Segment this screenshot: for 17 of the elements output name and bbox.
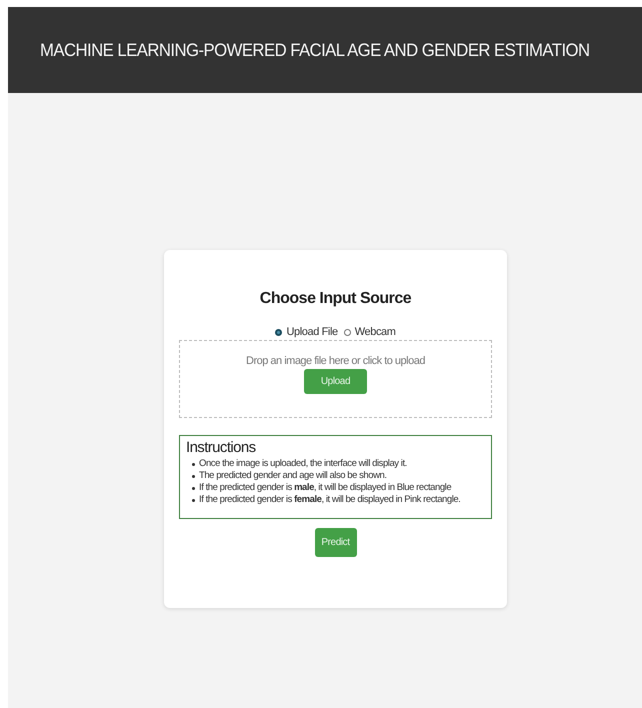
- upload-button[interactable]: Upload: [304, 369, 367, 394]
- predict-button[interactable]: Predict: [314, 528, 356, 557]
- instruction-text: The predicted gender and age will also be shown.: [199, 470, 387, 482]
- instruction-text: If the predicted gender is female, it will be displayed in Pink rectangle.: [199, 494, 460, 506]
- bullet-icon: [192, 462, 195, 466]
- page-title: MACHINE LEARNING-POWERED FACIAL AGE AND GENDER ESTIMATION: [40, 40, 590, 60]
- drop-hint: Drop an image file here or click to upload: [246, 355, 425, 367]
- bullet-icon: [192, 486, 195, 490]
- instruction-text: If the predicted gender is male, it will be displayed in Blue rectangle: [199, 482, 452, 494]
- instruction-text: Once the image is uploaded, the interface will display it.: [199, 458, 407, 470]
- bullet-icon: [192, 474, 195, 478]
- radio-option[interactable]: Webcam: [344, 326, 396, 338]
- instructions-title: Instructions: [186, 439, 256, 456]
- card-title: Choose Input Source: [260, 290, 412, 308]
- radio-option[interactable]: Upload File: [275, 326, 338, 338]
- drop-zone[interactable]: Drop an image file here or click to upload Upload: [179, 340, 492, 418]
- bullet-icon: [192, 498, 195, 502]
